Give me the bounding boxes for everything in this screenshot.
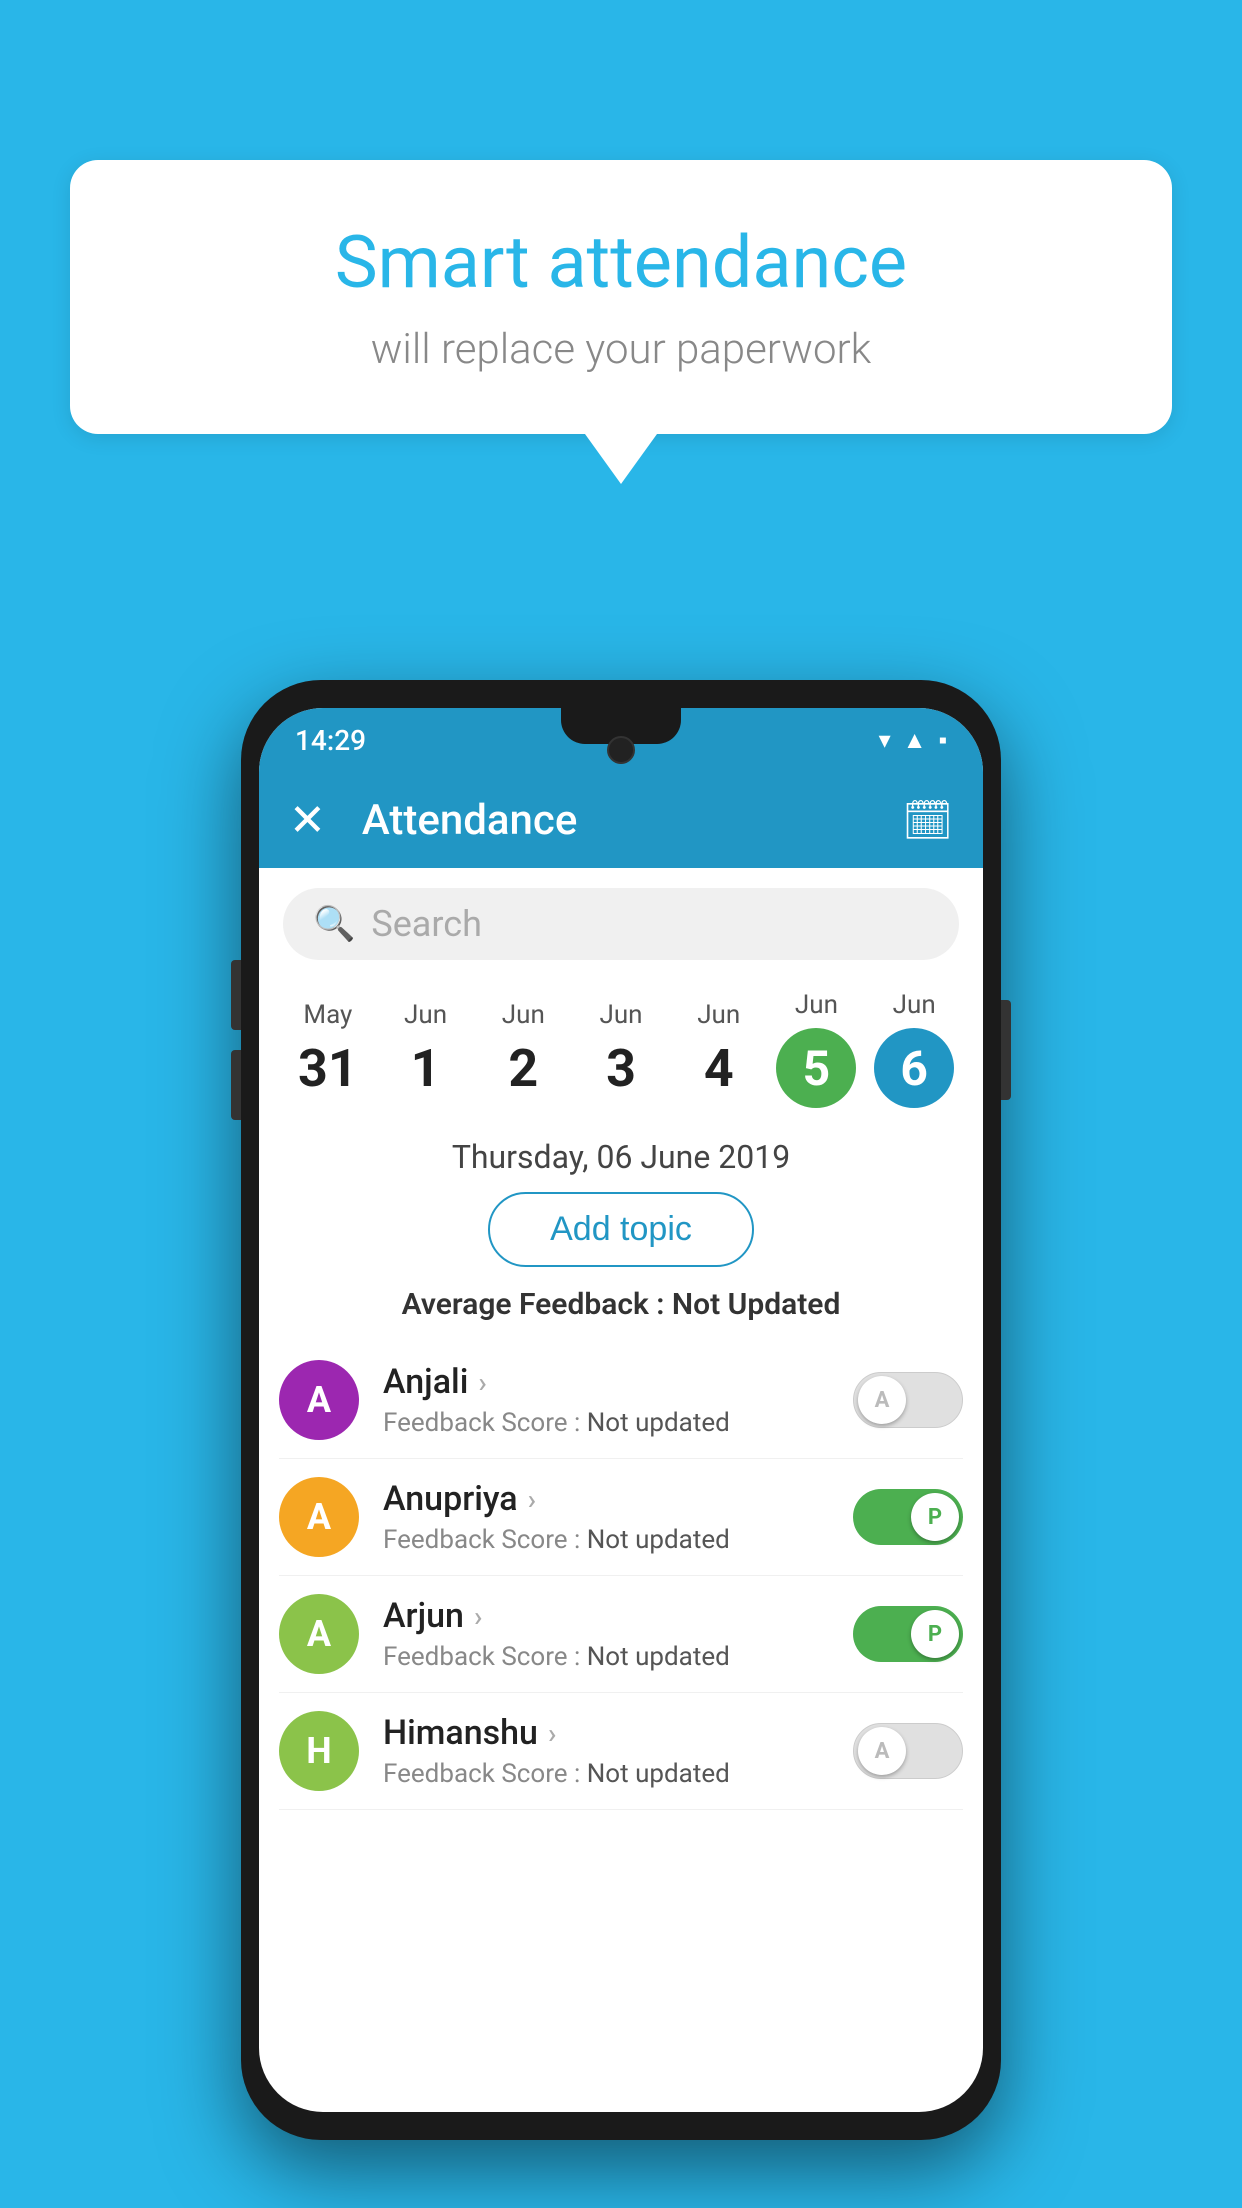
chevron-right-icon: › xyxy=(528,1483,536,1516)
status-time: 14:29 xyxy=(295,724,366,757)
student-name-himanshu: Himanshu › xyxy=(383,1713,853,1753)
student-feedback-anupriya: Feedback Score : Not updated xyxy=(383,1525,853,1555)
app-title: Attendance xyxy=(362,796,902,845)
student-row[interactable]: A Arjun › Feedback Score : Not updated P xyxy=(279,1576,963,1693)
search-icon: 🔍 xyxy=(313,904,355,944)
wifi-icon: ▾ xyxy=(879,726,891,754)
vol-up-button xyxy=(231,960,241,1030)
status-icons: ▾ ▲ ▪ xyxy=(879,726,947,755)
close-button[interactable]: ✕ xyxy=(289,794,326,846)
phone-container: 14:29 ▾ ▲ ▪ ✕ Attendance 🗓 🔍 Search May … xyxy=(241,680,1001,2140)
date-item-jun3[interactable]: Jun 3 xyxy=(572,990,670,1109)
student-name-anjali: Anjali › xyxy=(383,1362,853,1402)
student-list: A Anjali › Feedback Score : Not updated … xyxy=(259,1342,983,1810)
battery-icon: ▪ xyxy=(938,726,947,755)
student-row[interactable]: A Anjali › Feedback Score : Not updated … xyxy=(279,1342,963,1459)
avg-feedback-label: Average Feedback : xyxy=(402,1287,672,1322)
avg-feedback: Average Feedback : Not Updated xyxy=(259,1287,983,1322)
toggle-knob: P xyxy=(911,1610,959,1658)
student-row[interactable]: A Anupriya › Feedback Score : Not update… xyxy=(279,1459,963,1576)
date-item-jun4[interactable]: Jun 4 xyxy=(670,990,768,1109)
student-avatar-anupriya: A xyxy=(279,1477,359,1557)
student-name-anupriya: Anupriya › xyxy=(383,1479,853,1519)
student-name-arjun: Arjun › xyxy=(383,1596,853,1636)
signal-icon: ▲ xyxy=(903,726,927,755)
speech-bubble-title: Smart attendance xyxy=(150,220,1092,305)
student-info-anupriya: Anupriya › Feedback Score : Not updated xyxy=(383,1479,853,1555)
date-strip: May 31 Jun 1 Jun 2 Jun 3 Jun 4 Jun 5 xyxy=(259,980,983,1118)
selected-date-label: Thursday, 06 June 2019 xyxy=(259,1138,983,1176)
student-avatar-himanshu: H xyxy=(279,1711,359,1791)
front-camera xyxy=(607,736,635,764)
add-topic-button[interactable]: Add topic xyxy=(488,1192,754,1267)
speech-bubble-arrow xyxy=(585,434,657,484)
student-info-anjali: Anjali › Feedback Score : Not updated xyxy=(383,1362,853,1438)
chevron-right-icon: › xyxy=(474,1600,482,1633)
student-row[interactable]: H Himanshu › Feedback Score : Not update… xyxy=(279,1693,963,1810)
date-item-jun1[interactable]: Jun 1 xyxy=(377,990,475,1109)
date-item-jun5[interactable]: Jun 5 xyxy=(768,980,866,1118)
search-bar[interactable]: 🔍 Search xyxy=(283,888,959,960)
search-placeholder: Search xyxy=(371,903,482,945)
power-button xyxy=(1001,1000,1011,1100)
toggle-knob: A xyxy=(858,1376,906,1424)
student-avatar-arjun: A xyxy=(279,1594,359,1674)
app-bar: ✕ Attendance 🗓 xyxy=(259,772,983,868)
attendance-toggle-anjali[interactable]: A xyxy=(853,1372,963,1428)
vol-down-button xyxy=(231,1050,241,1120)
student-feedback-himanshu: Feedback Score : Not updated xyxy=(383,1759,853,1789)
chevron-right-icon: › xyxy=(548,1717,556,1750)
avg-feedback-value: Not Updated xyxy=(672,1287,840,1322)
attendance-toggle-anupriya[interactable]: P xyxy=(853,1489,963,1545)
date-item-jun6[interactable]: Jun 6 xyxy=(865,980,963,1118)
toggle-knob: A xyxy=(858,1727,906,1775)
student-avatar-anjali: A xyxy=(279,1360,359,1440)
student-info-himanshu: Himanshu › Feedback Score : Not updated xyxy=(383,1713,853,1789)
attendance-toggle-arjun[interactable]: P xyxy=(853,1606,963,1662)
date-item-may31[interactable]: May 31 xyxy=(279,990,377,1109)
speech-bubble-container: Smart attendance will replace your paper… xyxy=(70,160,1172,484)
calendar-icon[interactable]: 🗓 xyxy=(902,797,953,844)
student-feedback-arjun: Feedback Score : Not updated xyxy=(383,1642,853,1672)
speech-bubble-subtitle: will replace your paperwork xyxy=(150,325,1092,374)
student-feedback-anjali: Feedback Score : Not updated xyxy=(383,1408,853,1438)
speech-bubble: Smart attendance will replace your paper… xyxy=(70,160,1172,434)
chevron-right-icon: › xyxy=(478,1366,486,1399)
toggle-knob: P xyxy=(911,1493,959,1541)
attendance-toggle-himanshu[interactable]: A xyxy=(853,1723,963,1779)
phone-screen: 14:29 ▾ ▲ ▪ ✕ Attendance 🗓 🔍 Search May … xyxy=(259,708,983,2112)
date-item-jun2[interactable]: Jun 2 xyxy=(474,990,572,1109)
student-info-arjun: Arjun › Feedback Score : Not updated xyxy=(383,1596,853,1672)
